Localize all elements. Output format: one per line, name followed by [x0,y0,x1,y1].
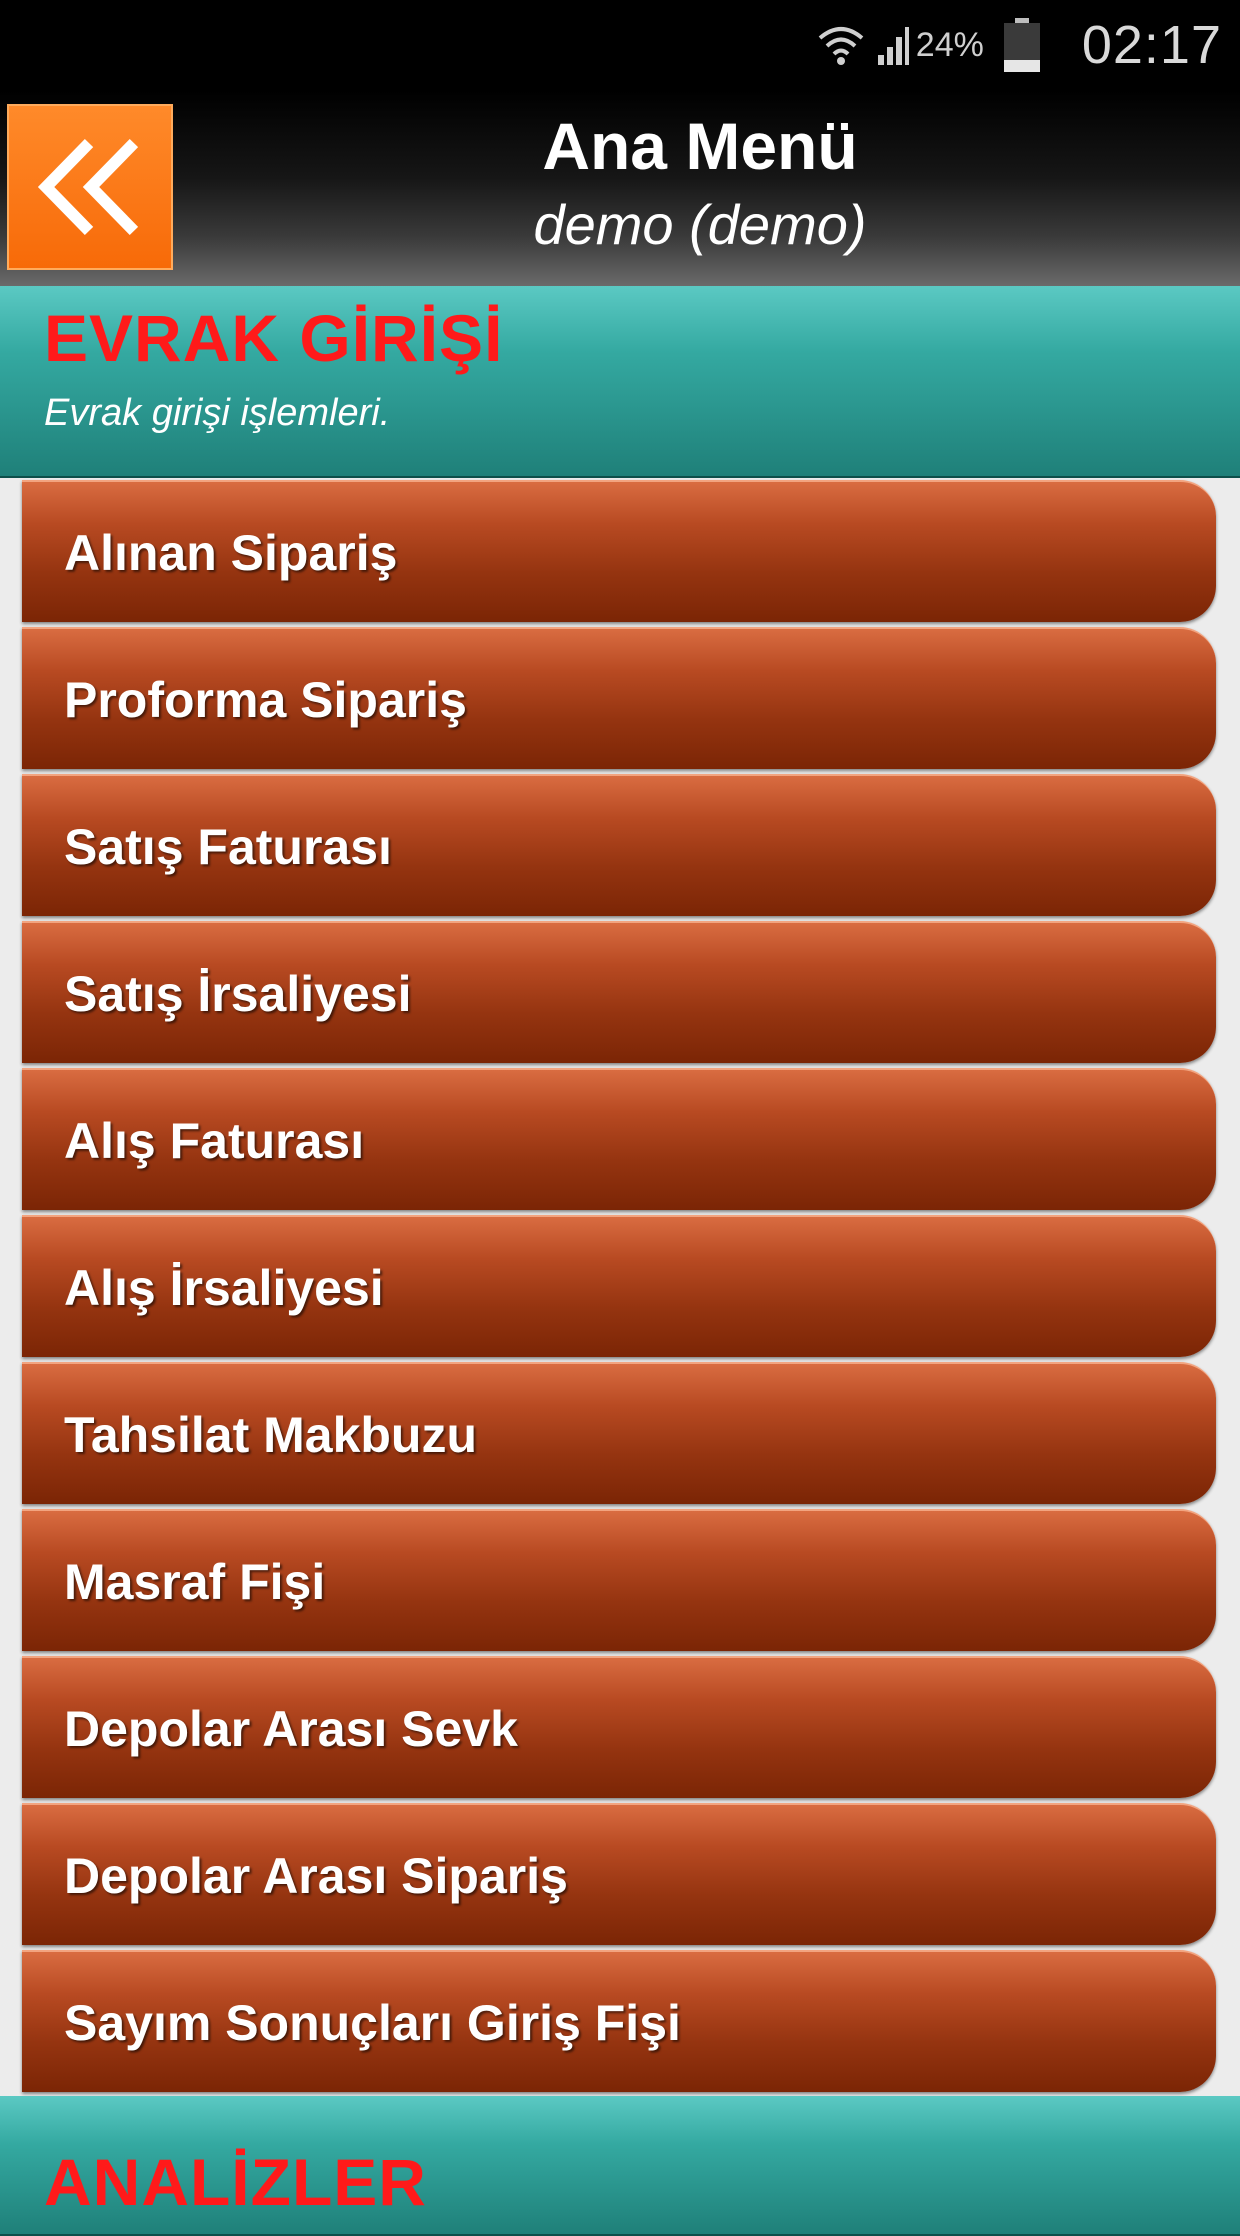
section-title: EVRAK GİRİŞİ [44,301,504,375]
menu-item-masraf-fisi[interactable]: Masraf Fişi [22,1509,1216,1651]
section-header-analizler[interactable]: ANALİZLER [0,2096,1240,2236]
menu-item-label: Satış Faturası [64,819,392,875]
menu-item-tahsilat-makbuzu[interactable]: Tahsilat Makbuzu [22,1362,1216,1504]
menu-item-depolar-arasi-sevk[interactable]: Depolar Arası Sevk [22,1656,1216,1798]
menu-item-label: Depolar Arası Sevk [64,1701,518,1757]
double-chevron-left-icon [37,138,139,236]
menu-item-label: Alınan Sipariş [64,525,398,581]
title-block: Ana Menü demo (demo) [400,108,1000,260]
page-subtitle: demo (demo) [533,193,867,256]
battery-percent: 24% [915,25,984,64]
menu-item-depolar-arasi-siparis[interactable]: Depolar Arası Sipariş [22,1803,1216,1945]
menu-item-sayim-sonuclari-giris-fisi[interactable]: Sayım Sonuçları Giriş Fişi [22,1950,1216,2092]
menu-item-alinan-siparis[interactable]: Alınan Sipariş [22,480,1216,622]
page-title: Ana Menü [542,109,858,183]
menu-item-alis-faturasi[interactable]: Alış Faturası [22,1068,1216,1210]
section-description: Evrak girişi işlemleri. [44,392,391,434]
menu-item-label: Depolar Arası Sipariş [64,1848,568,1904]
clock: 02:17 [1081,15,1222,75]
back-button[interactable] [7,104,173,270]
status-icons: 24% 02:17 [816,6,1222,84]
menu-list: Alınan Sipariş Proforma Sipariş Satış Fa… [22,480,1216,2097]
menu-item-label: Satış İrsaliyesi [64,966,412,1022]
section-header-evrak-girisi[interactable]: EVRAK GİRİŞİ Evrak girişi işlemleri. [0,286,1240,478]
menu-item-label: Tahsilat Makbuzu [64,1407,478,1463]
action-bar: Ana Menü demo (demo) [0,90,1240,286]
wifi-icon [818,27,864,65]
menu-item-label: Proforma Sipariş [64,672,467,728]
menu-item-label: Masraf Fişi [64,1554,326,1610]
battery-icon [1002,18,1042,72]
signal-icon [877,27,909,65]
menu-item-label: Alış Faturası [64,1113,365,1169]
menu-item-label: Sayım Sonuçları Giriş Fişi [64,1995,681,2051]
menu-item-satis-irsaliyesi[interactable]: Satış İrsaliyesi [22,921,1216,1063]
menu-item-label: Alış İrsaliyesi [64,1260,384,1316]
menu-item-proforma-siparis[interactable]: Proforma Sipariş [22,627,1216,769]
menu-item-alis-irsaliyesi[interactable]: Alış İrsaliyesi [22,1215,1216,1357]
section-title: ANALİZLER [44,2145,427,2219]
menu-item-satis-faturasi[interactable]: Satış Faturası [22,774,1216,916]
status-bar: 24% 02:17 [0,0,1240,90]
